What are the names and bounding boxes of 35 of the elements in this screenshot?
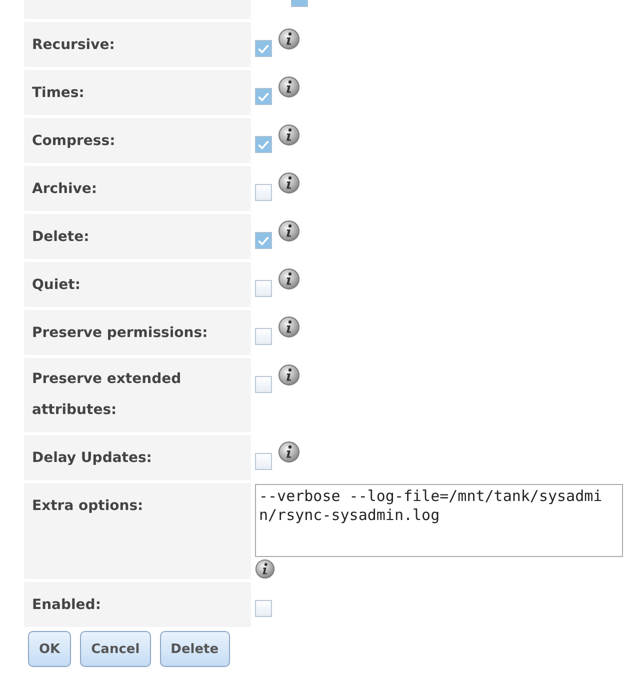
info-icon[interactable] — [278, 172, 300, 194]
checkbox[interactable] — [255, 40, 272, 57]
checkbox[interactable] — [255, 600, 272, 617]
field-label: Recursive: — [32, 36, 115, 52]
info-icon[interactable] — [278, 28, 300, 50]
checkbox[interactable] — [255, 376, 272, 393]
field-label: Delete: — [32, 228, 90, 244]
form-button[interactable]: Cancel — [80, 631, 151, 667]
checkbox[interactable] — [255, 184, 272, 201]
info-icon[interactable] — [255, 559, 275, 579]
field-label: Quiet: — [32, 276, 80, 292]
field-label: Times: — [32, 84, 84, 100]
field-label: Preserve extended attributes: — [32, 370, 182, 420]
field-label: Enabled: — [32, 596, 101, 612]
checkbox[interactable] — [255, 328, 272, 345]
extra-options-field[interactable]: --verbose --log-file=/mnt/tank/sysadmin/rsync-sysadmin.log — [255, 484, 623, 557]
info-icon[interactable] — [278, 124, 300, 146]
checkbox[interactable] — [255, 136, 272, 153]
info-icon[interactable] — [278, 268, 300, 290]
field-label: Preserve permissions: — [32, 324, 208, 340]
info-icon[interactable] — [278, 220, 300, 242]
checkbox[interactable] — [255, 453, 272, 470]
form-button[interactable]: OK — [28, 631, 72, 667]
info-icon[interactable] — [278, 316, 300, 338]
field-label: Compress: — [32, 132, 116, 148]
field-label: Archive: — [32, 180, 98, 196]
info-icon[interactable] — [278, 364, 300, 386]
checkbox[interactable] — [255, 88, 272, 105]
field-label: Extra options: — [32, 498, 144, 514]
info-icon[interactable] — [278, 441, 300, 463]
field-label: Delay Updates: — [32, 450, 152, 466]
info-icon[interactable] — [278, 76, 300, 98]
form-button[interactable]: Delete — [160, 631, 230, 667]
checkbox[interactable] — [255, 232, 272, 249]
checkbox[interactable] — [255, 280, 272, 297]
